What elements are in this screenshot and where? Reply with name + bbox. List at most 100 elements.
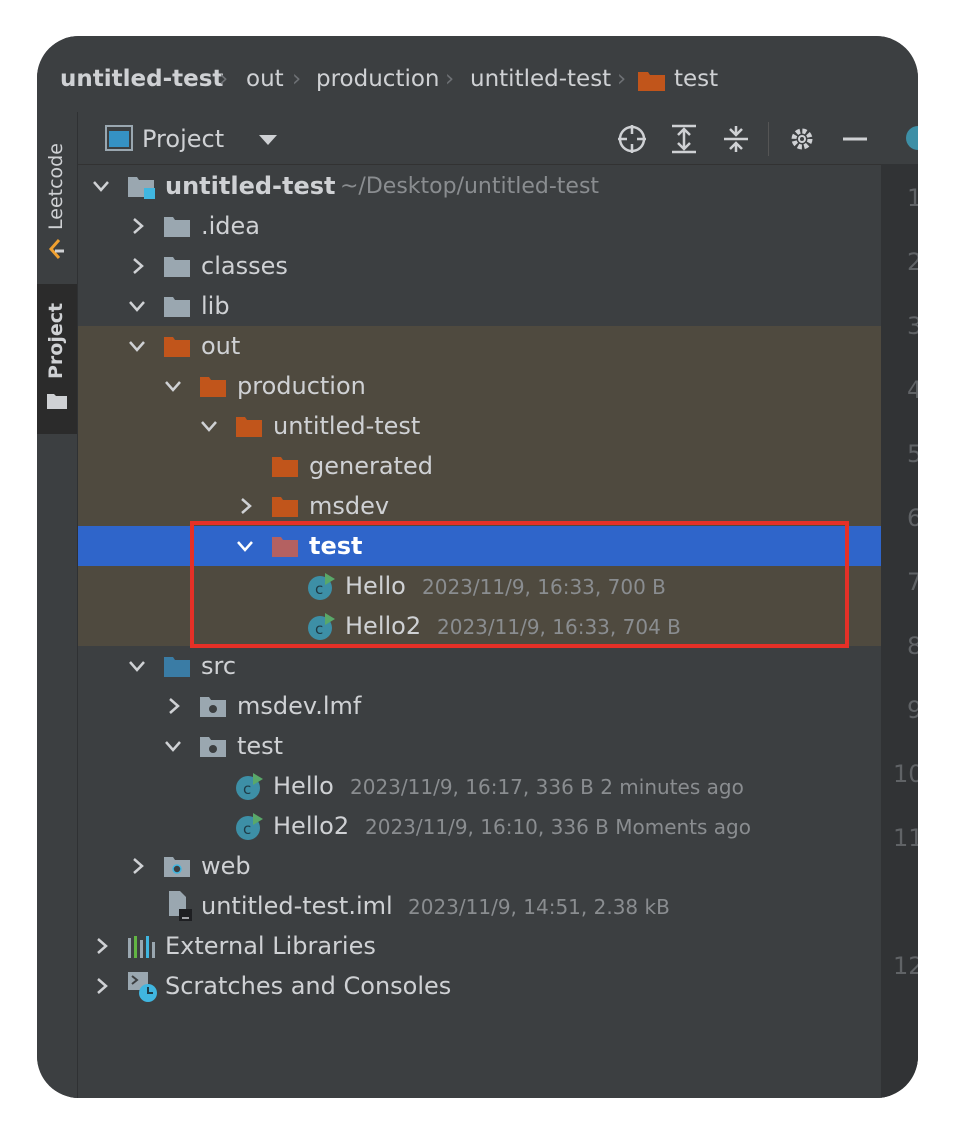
tree-row[interactable]: test: [78, 726, 881, 766]
tree-row[interactable]: External Libraries: [78, 926, 881, 966]
tree-item-label: out: [201, 332, 241, 360]
breadcrumb-item-out[interactable]: out: [246, 66, 284, 92]
tab-leetcode[interactable]: Leetcode: [37, 112, 77, 282]
excluded-folder-icon: [236, 417, 262, 437]
breadcrumb-item-production[interactable]: production: [316, 66, 440, 92]
tree-row[interactable]: production: [78, 366, 881, 406]
line-number: 10: [893, 760, 918, 788]
expand-all-icon[interactable]: [669, 124, 699, 154]
tree-row[interactable]: c Hello2 2023/11/9, 16:10, 336 B Moments…: [78, 806, 881, 846]
folder-icon: [638, 72, 665, 91]
chevron-down-icon[interactable]: [127, 656, 147, 676]
tree-item-label: Hello: [273, 772, 334, 800]
chevron-right-icon[interactable]: [235, 496, 255, 516]
chevron-down-icon[interactable]: [127, 296, 147, 316]
tree-item-label: msdev: [309, 492, 390, 520]
tree-row[interactable]: untitled-test.iml 2023/11/9, 14:51, 2.38…: [78, 886, 881, 926]
tree-row[interactable]: out: [78, 326, 881, 366]
folder-icon: [164, 217, 190, 237]
chevron-right-icon[interactable]: [91, 976, 111, 996]
tree-item-label: Scratches and Consoles: [165, 972, 452, 1000]
tree-row[interactable]: untitled-test: [78, 406, 881, 446]
excluded-folder-icon: [164, 337, 190, 357]
scratches-icon: [128, 972, 157, 1002]
chevron-down-icon[interactable]: [163, 736, 183, 756]
breadcrumb-item-untitled-test[interactable]: untitled-test: [470, 66, 611, 92]
class-icon[interactable]: [905, 125, 918, 151]
tree-item-label: External Libraries: [165, 932, 376, 960]
collapse-all-icon[interactable]: [721, 124, 751, 154]
tree-row[interactable]: msdev: [78, 486, 881, 526]
editor-tabs: [881, 112, 918, 164]
tree-item-label: src: [201, 652, 237, 680]
breadcrumb: untitled-test › out › production › untit…: [37, 36, 918, 113]
tab-project[interactable]: Project: [37, 284, 77, 434]
line-number: 1: [907, 184, 918, 212]
tree-item-label: generated: [309, 452, 433, 480]
breadcrumb-item-project[interactable]: untitled-test: [60, 66, 223, 92]
tab-leetcode-label: Leetcode: [45, 143, 67, 230]
tree-item-meta: 2023/11/9, 16:10, 336 B Moments ago: [365, 815, 751, 839]
tree-row[interactable]: lib: [78, 286, 881, 326]
breadcrumb-separator: ›: [292, 66, 302, 92]
tree-item-label: untitled-test: [273, 412, 421, 440]
tree-item-meta: 2023/11/9, 16:17, 336 B 2 minutes ago: [350, 775, 744, 799]
tree-item-label: test: [237, 732, 284, 760]
excluded-folder-icon: [272, 457, 298, 477]
tree-row[interactable]: generated: [78, 446, 881, 486]
breadcrumb-separator: ›: [617, 66, 627, 92]
breadcrumb-item-test[interactable]: test: [674, 66, 718, 92]
tree-item-label: production: [237, 372, 366, 400]
chevron-right-icon[interactable]: [127, 216, 147, 236]
tree-row[interactable]: .idea: [78, 206, 881, 246]
annotation-highlight-box: [190, 521, 849, 648]
chevron-down-icon[interactable]: [91, 176, 111, 196]
tree-item-label: classes: [201, 252, 288, 280]
line-number: 12: [893, 952, 918, 980]
gear-icon[interactable]: [787, 124, 817, 154]
tree-row[interactable]: c Hello 2023/11/9, 16:17, 336 B 2 minute…: [78, 766, 881, 806]
chevron-down-icon[interactable]: [163, 376, 183, 396]
tree-row[interactable]: Scratches and Consoles: [78, 966, 881, 1006]
package-icon: [200, 737, 226, 757]
excluded-folder-icon: [200, 377, 226, 397]
line-number: 8: [907, 632, 918, 660]
library-icon: [128, 936, 155, 958]
tree-row[interactable]: src: [78, 646, 881, 686]
folder-icon: [164, 297, 190, 317]
chevron-right-icon[interactable]: [127, 856, 147, 876]
select-opened-file-icon[interactable]: [617, 124, 647, 154]
excluded-folder-icon: [272, 497, 298, 517]
panel-title[interactable]: Project: [142, 125, 224, 153]
chevron-right-icon[interactable]: [127, 256, 147, 276]
iml-file-icon: [169, 891, 192, 921]
line-number: 7: [907, 568, 918, 596]
chevron-down-icon[interactable]: [199, 416, 219, 436]
chevron-down-icon[interactable]: [127, 336, 147, 356]
breadcrumb-separator: ›: [219, 66, 229, 92]
folder-icon: [47, 394, 67, 409]
hide-icon[interactable]: [840, 124, 870, 154]
tree-item-label: untitled-test: [165, 172, 336, 200]
tree-item-label: web: [201, 852, 251, 880]
source-folder-icon: [164, 657, 190, 677]
svg-text:c: c: [243, 820, 251, 838]
tree-row[interactable]: msdev.lmf: [78, 686, 881, 726]
project-view-icon: [105, 125, 133, 151]
tree-row-root[interactable]: untitled-test ~/Desktop/untitled-test: [78, 166, 881, 206]
tab-project-label: Project: [45, 302, 67, 379]
line-number: 11: [893, 824, 918, 852]
line-number: 4: [907, 376, 918, 404]
tree-item-label: .idea: [201, 212, 261, 240]
line-number: 2: [907, 248, 918, 276]
chevron-right-icon[interactable]: [163, 696, 183, 716]
chevron-down-icon[interactable]: [258, 134, 278, 146]
tree-row[interactable]: web: [78, 846, 881, 886]
tree-item-label: untitled-test.iml: [201, 892, 393, 920]
tree-row[interactable]: classes: [78, 246, 881, 286]
web-folder-icon: [164, 857, 190, 877]
module-folder-icon: [128, 177, 155, 199]
tree-item-label: msdev.lmf: [237, 692, 362, 720]
tree-item-meta: 2023/11/9, 14:51, 2.38 kB: [408, 895, 670, 919]
chevron-right-icon[interactable]: [91, 936, 111, 956]
